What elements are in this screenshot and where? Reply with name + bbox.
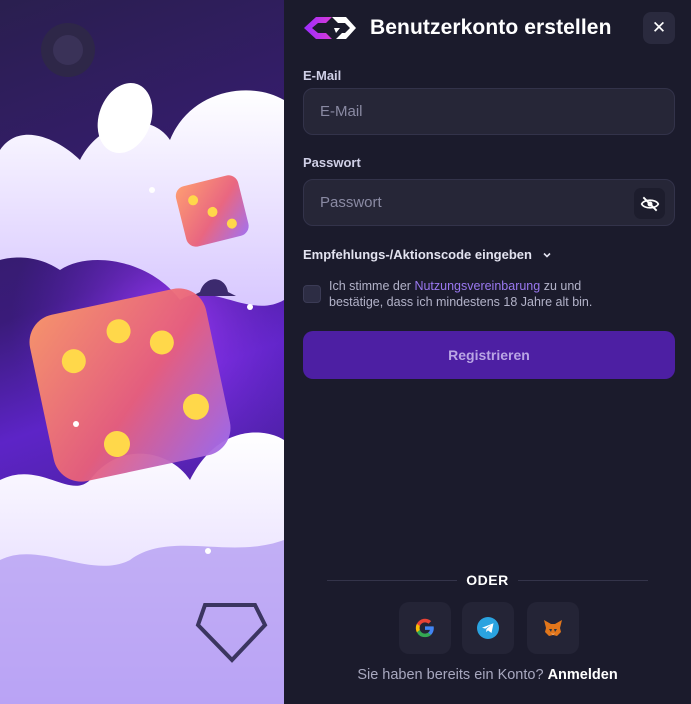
signin-link[interactable]: Anmelden — [548, 667, 618, 683]
divider-right — [518, 580, 648, 581]
dice-illustration — [0, 23, 284, 704]
email-field-wrapper — [303, 88, 675, 135]
chevron-down-icon — [543, 252, 551, 258]
terms-prefix: Ich stimme der — [329, 279, 415, 293]
password-input[interactable] — [304, 180, 674, 225]
promo-illustration — [0, 0, 284, 704]
telegram-login-button[interactable] — [462, 602, 514, 654]
terms-checkbox[interactable] — [303, 285, 321, 303]
dialog-title: Benutzerkonto erstellen — [370, 16, 612, 39]
signin-prompt: Sie haben bereits ein Konto? Anmelden — [284, 667, 691, 683]
dialog-header: Benutzerkonto erstellen ✕ — [302, 12, 675, 44]
brand-logo-icon — [304, 17, 356, 39]
register-button[interactable]: Registrieren — [303, 331, 675, 379]
password-label: Passwort — [303, 155, 361, 170]
metamask-login-button[interactable] — [527, 602, 579, 654]
terms-link[interactable]: Nutzungsvereinbarung — [414, 279, 540, 293]
telegram-icon — [477, 617, 499, 639]
close-button[interactable]: ✕ — [643, 12, 675, 44]
signup-panel: Benutzerkonto erstellen ✕ E-Mail Passwor… — [284, 0, 691, 704]
email-input[interactable] — [304, 89, 674, 134]
close-icon: ✕ — [651, 18, 667, 37]
google-login-button[interactable] — [399, 602, 451, 654]
google-icon — [415, 618, 434, 638]
promo-code-label: Empfehlungs-/Aktionscode eingeben — [303, 247, 532, 262]
email-label: E-Mail — [303, 68, 342, 83]
toggle-password-visibility-button[interactable] — [634, 188, 665, 219]
promo-code-toggle[interactable]: Empfehlungs-/Aktionscode eingeben — [303, 247, 552, 262]
terms-text: Ich stimme der Nutzungsvereinbarung zu u… — [329, 278, 629, 310]
metamask-icon — [544, 620, 562, 636]
password-field-wrapper — [303, 179, 675, 226]
eye-off-icon — [640, 196, 659, 211]
signin-question: Sie haben bereits ein Konto? — [357, 667, 544, 683]
